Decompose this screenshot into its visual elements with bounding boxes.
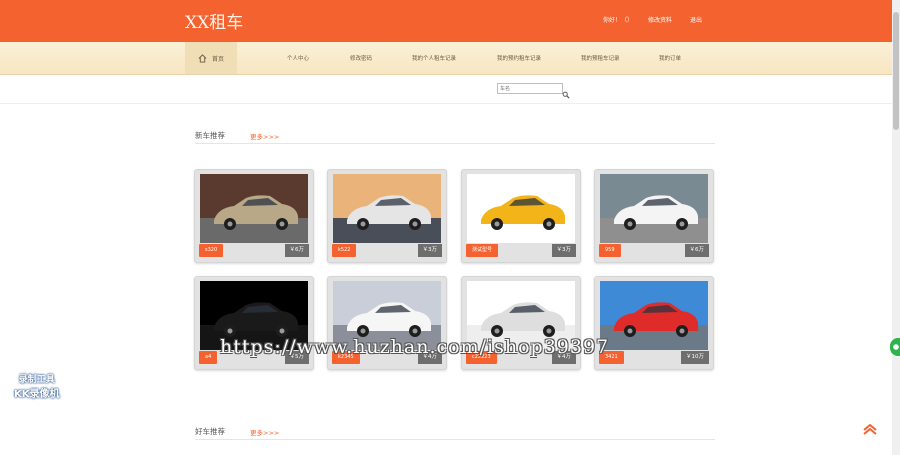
car-price-badge: ￥6万 xyxy=(684,244,709,257)
user-greeting-link[interactable]: 你好！（） xyxy=(603,15,633,24)
chevron-up-icon xyxy=(863,423,877,435)
car-card[interactable]: k522 ￥3万 xyxy=(327,169,447,263)
home-icon xyxy=(198,53,207,63)
top-bar: XX租车 你好！（） 修改资料 退出 xyxy=(0,0,892,42)
section-divider xyxy=(195,143,715,144)
nav-home[interactable]: 首页 xyxy=(185,42,237,74)
search-row xyxy=(0,75,892,104)
watermark-text: https://www.huzhan.com/ishop39397 xyxy=(220,336,610,358)
nav-personal-center[interactable]: 个人中心 xyxy=(287,54,309,62)
search-icon[interactable] xyxy=(562,84,570,99)
car-model-tag[interactable]: s320 xyxy=(199,244,224,257)
vertical-scrollbar[interactable] xyxy=(892,0,900,455)
section-divider xyxy=(195,439,715,440)
nav-change-password[interactable]: 修改密码 xyxy=(350,54,372,62)
recorder-line-1: 录制工具 xyxy=(18,375,55,385)
search-input[interactable] xyxy=(497,83,563,94)
car-model-tag[interactable]: a4 xyxy=(199,351,218,364)
recorder-badge: 录制工具 KK录像机 xyxy=(14,372,60,400)
car-card[interactable]: 测试型号 ￥3万 xyxy=(461,169,581,263)
nav-my-rental-records[interactable]: 我的个人租车记录 xyxy=(412,54,456,62)
nav-home-label: 首页 xyxy=(211,55,224,63)
section-more-new-cars[interactable]: 更多>>> xyxy=(250,131,279,141)
car-price-badge: ￥6万 xyxy=(284,244,309,257)
car-card[interactable]: 959 ￥6万 xyxy=(594,169,714,263)
car-image[interactable] xyxy=(333,174,441,243)
car-model-tag[interactable]: 959 xyxy=(599,244,621,257)
side-chat-button[interactable] xyxy=(890,338,900,356)
edit-profile-link[interactable]: 修改资料 xyxy=(648,15,672,24)
site-logo[interactable]: XX租车 xyxy=(185,8,243,33)
nav-my-orders[interactable]: 我的订单 xyxy=(659,54,681,62)
section-title-new-cars: 新车推荐 xyxy=(195,131,225,140)
car-model-tag[interactable]: 测试型号 xyxy=(466,244,499,257)
recorder-line-2: KK录像机 xyxy=(14,389,60,400)
car-image[interactable] xyxy=(600,281,708,350)
section-more-good-cars[interactable]: 更多>>> xyxy=(250,427,279,437)
car-image[interactable] xyxy=(200,174,308,243)
car-price-badge: ￥3万 xyxy=(551,244,576,257)
car-price-badge: ￥3万 xyxy=(417,244,442,257)
section-title-good-cars: 好车推荐 xyxy=(195,427,225,436)
main-nav: 首页 个人中心 修改密码 我的个人租车记录 我的预约租车记录 我的预租车记录 我… xyxy=(0,42,892,75)
logout-link[interactable]: 退出 xyxy=(690,15,702,24)
nav-my-prerental-records[interactable]: 我的预租车记录 xyxy=(581,54,620,62)
car-card[interactable]: s320 ￥6万 xyxy=(194,169,314,263)
car-image[interactable] xyxy=(600,174,708,243)
scrollbar-thumb[interactable] xyxy=(893,12,899,130)
chat-icon xyxy=(893,344,899,350)
back-to-top-button[interactable] xyxy=(862,420,878,435)
car-image[interactable] xyxy=(467,174,575,243)
nav-my-booking-records[interactable]: 我的预约租车记录 xyxy=(497,54,541,62)
car-card[interactable]: 3421 ￥10万 xyxy=(594,276,714,370)
car-price-badge: ￥10万 xyxy=(681,351,709,364)
car-model-tag[interactable]: k522 xyxy=(332,244,357,257)
